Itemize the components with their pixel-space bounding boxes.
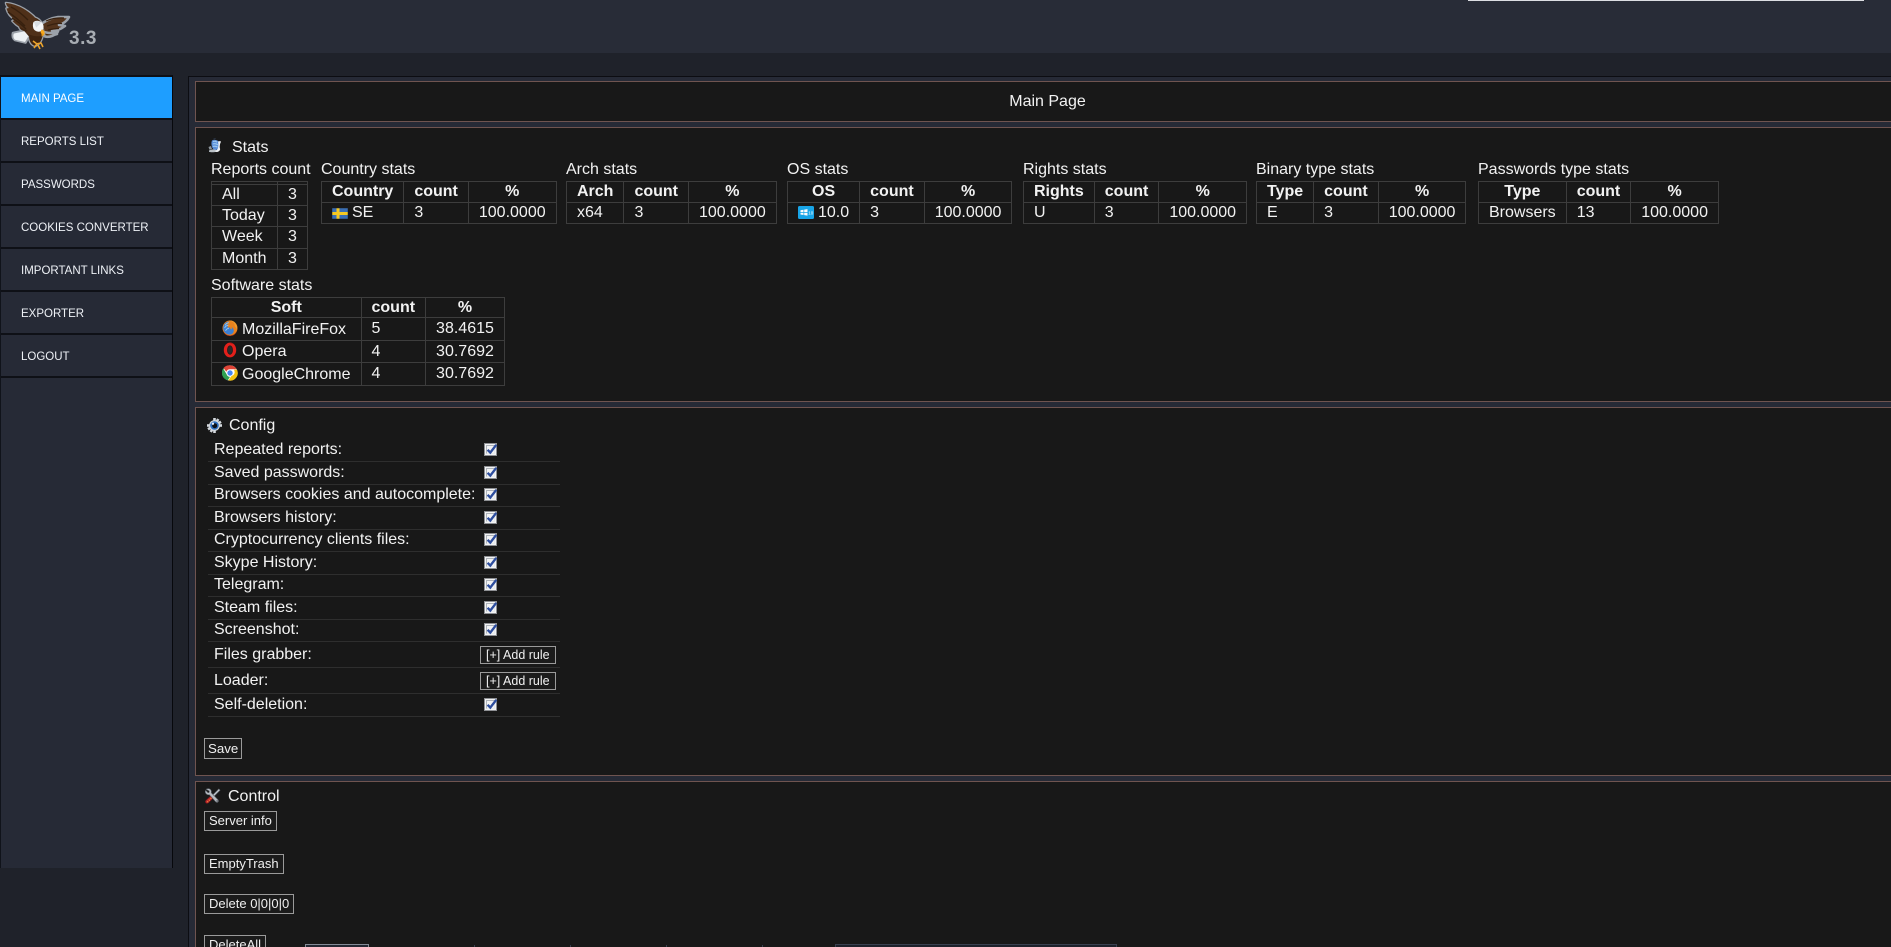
svg-text:10: 10 — [808, 210, 814, 215]
